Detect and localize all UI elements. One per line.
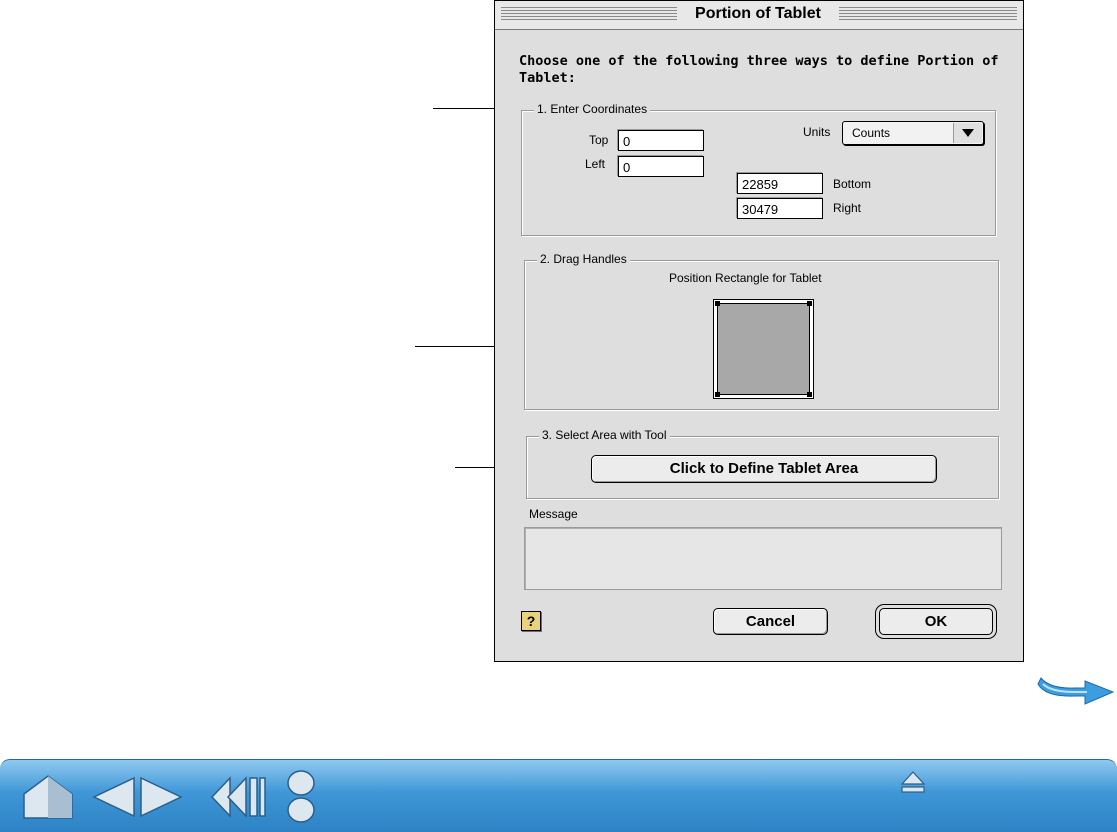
top-field[interactable]: 0	[618, 130, 704, 151]
select-area-legend: 3. Select Area with Tool	[539, 428, 670, 442]
top-label: Top	[589, 133, 609, 147]
units-label: Units	[803, 125, 831, 139]
chevron-down-icon	[962, 129, 974, 137]
ok-button[interactable]: OK	[879, 608, 993, 635]
drag-handles-group: 2. Drag Handles Position Rectangle for T…	[524, 252, 999, 410]
navigation-bar	[0, 759, 1117, 832]
handle-top-right[interactable]	[807, 301, 812, 306]
tablet-area[interactable]	[717, 303, 810, 395]
dialog-instructions: Choose one of the following three ways t…	[519, 53, 999, 86]
dialog-title: Portion of Tablet	[695, 5, 821, 22]
units-popup-menu[interactable]: Counts	[842, 121, 984, 145]
next-arrow-icon[interactable]	[1035, 672, 1115, 712]
bottom-field[interactable]: 22859	[737, 173, 823, 194]
handle-bottom-left[interactable]	[715, 392, 720, 397]
enter-coordinates-legend: 1. Enter Coordinates	[534, 102, 651, 116]
left-field[interactable]: 0	[618, 156, 704, 177]
previous-page-icon[interactable]	[92, 776, 136, 818]
define-tablet-area-button[interactable]: Click to Define Tablet Area	[591, 455, 937, 483]
next-page-icon[interactable]	[139, 776, 183, 818]
left-label: Left	[585, 157, 606, 171]
tablet-rectangle[interactable]	[713, 299, 814, 399]
help-icon[interactable]: ?	[521, 611, 541, 631]
drag-handles-legend: 2. Drag Handles	[537, 252, 630, 266]
home-icon[interactable]	[20, 772, 76, 822]
portion-of-tablet-dialog: Portion of Tablet Choose one of the foll…	[494, 0, 1024, 662]
handle-top-left[interactable]	[715, 301, 720, 306]
message-box	[524, 527, 1002, 590]
right-field[interactable]: 30479	[737, 198, 823, 219]
bottom-label: Bottom	[833, 177, 872, 191]
position-rectangle-caption: Position Rectangle for Tablet	[669, 271, 822, 285]
enter-coordinates-group: 1. Enter Coordinates Top 0 Left 0 Units …	[521, 102, 996, 236]
handle-bottom-right[interactable]	[807, 392, 812, 397]
select-area-group: 3. Select Area with Tool Click to Define…	[526, 428, 999, 499]
back-icon[interactable]	[210, 774, 268, 820]
message-label: Message	[529, 507, 578, 521]
up-icon[interactable]	[900, 770, 926, 796]
cancel-button[interactable]: Cancel	[713, 608, 828, 635]
right-label: Right	[833, 201, 862, 215]
units-selected-value: Counts	[852, 126, 891, 140]
dialog-title-bar[interactable]: Portion of Tablet	[495, 1, 1023, 30]
toggle-icon[interactable]	[286, 768, 316, 828]
